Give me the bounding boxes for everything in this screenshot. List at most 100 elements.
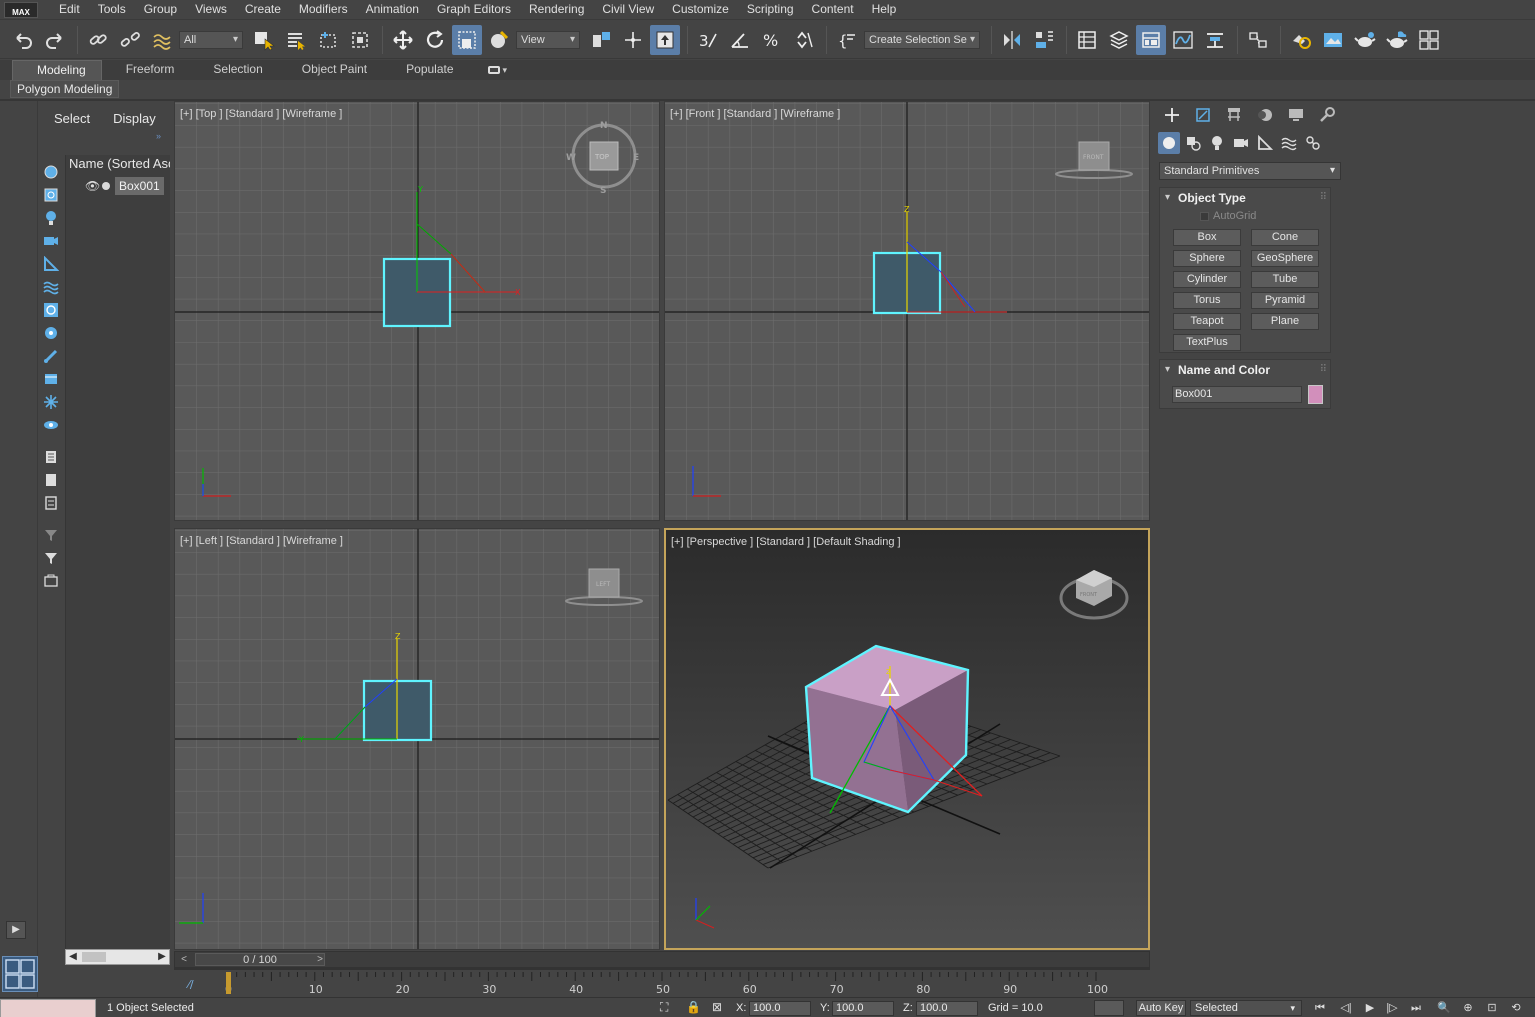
align-button[interactable] (1029, 25, 1059, 55)
top-view-canvas[interactable]: Y X TOP N E S W (175, 102, 660, 521)
field-of-view-icon[interactable]: ⊡ (1482, 999, 1502, 1017)
render-production-button[interactable] (1350, 25, 1380, 55)
named-selection-set-dropdown[interactable]: Create Selection Se (864, 30, 980, 49)
link-button[interactable] (83, 25, 113, 55)
toggle-layer-explorer-button[interactable] (1104, 25, 1134, 55)
tab-display[interactable] (1280, 103, 1311, 127)
object-color-swatch[interactable] (1308, 385, 1323, 404)
absolute-mode-icon[interactable]: ⊠ (712, 1000, 722, 1014)
object-name-label[interactable]: Box001 (115, 177, 164, 195)
filter-helpers-button[interactable] (40, 254, 62, 274)
menu-create[interactable]: Create (236, 0, 290, 20)
menu-customize[interactable]: Customize (663, 0, 738, 20)
orbit-icon[interactable]: ⟲ (1506, 999, 1526, 1017)
selection-filter-dropdown[interactable]: All (179, 30, 243, 49)
tab-freeform[interactable]: Freeform (102, 60, 190, 80)
primitive-category-dropdown[interactable]: Standard Primitives ▾ (1159, 162, 1341, 180)
scroll-left-button[interactable]: ◀ (66, 950, 80, 964)
schematic-view-button[interactable] (1200, 25, 1230, 55)
filter-bones-button[interactable] (40, 346, 62, 366)
tab-hierarchy[interactable] (1218, 103, 1249, 127)
zoom-extents-icon[interactable]: ⊕ (1458, 999, 1478, 1017)
material-editor-button[interactable] (1243, 25, 1273, 55)
viewport-layout-tab[interactable] (2, 956, 38, 992)
snaps-toggle-button[interactable]: 3 (693, 25, 723, 55)
select-move-button[interactable] (388, 25, 418, 55)
viewport-label[interactable]: [+] [Top ] [Standard ] [Wireframe ] (180, 108, 342, 120)
textplus-button[interactable]: TextPlus (1173, 334, 1241, 351)
category-geometry[interactable] (1158, 132, 1180, 154)
display-none-button[interactable] (40, 470, 62, 490)
y-coordinate-field[interactable]: 100.0 (832, 1001, 894, 1016)
display-invert-button[interactable] (40, 493, 62, 513)
mirror-button[interactable] (997, 25, 1027, 55)
bind-spacewarp-button[interactable] (147, 25, 177, 55)
render-setup-button[interactable] (1286, 25, 1316, 55)
geosphere-button[interactable]: GeoSphere (1251, 250, 1319, 267)
redo-button[interactable] (40, 25, 70, 55)
tab-modify[interactable] (1187, 103, 1218, 127)
category-shapes[interactable] (1182, 132, 1204, 154)
filter-cameras-button[interactable] (40, 231, 62, 251)
expand-layout-button[interactable]: ▶ (6, 921, 26, 939)
spinner-snap-button[interactable] (789, 25, 819, 55)
toggle-ribbon-button[interactable] (1136, 24, 1166, 55)
unlink-button[interactable] (115, 25, 145, 55)
curve-editor-mini-icon[interactable]: ⁄∕ (185, 978, 194, 991)
category-cameras[interactable] (1230, 132, 1252, 154)
scrollbar-thumb[interactable] (82, 952, 106, 962)
viewport-left[interactable]: [+] [Left ] [Standard ] [Wireframe ] Z Y… (174, 528, 660, 950)
menu-graph-editors[interactable]: Graph Editors (428, 0, 520, 20)
left-view-canvas[interactable]: Z Y LEFT (175, 529, 660, 950)
tab-create[interactable] (1156, 103, 1187, 127)
filter-funnel-button[interactable] (40, 548, 62, 568)
menu-modifiers[interactable]: Modifiers (290, 0, 357, 20)
edit-named-selection-button[interactable]: { (832, 25, 862, 55)
menu-help[interactable]: Help (863, 0, 906, 20)
lock-icon[interactable]: 🔒 (686, 1000, 701, 1014)
next-frame-button[interactable]: > (313, 953, 327, 966)
play-button[interactable]: ▶ (1360, 999, 1380, 1017)
tab-motion[interactable] (1249, 103, 1280, 127)
time-slider[interactable]: < 0 / 100 > (174, 951, 1150, 968)
filter-toggle-button[interactable] (40, 525, 62, 545)
tab-object-paint[interactable]: Object Paint (278, 60, 382, 80)
filter-xrefs-button[interactable] (40, 323, 62, 343)
autogrid-checkbox[interactable]: AutoGrid (1200, 210, 1256, 222)
viewport-perspective[interactable]: [+] [Perspective ] [Standard ] [Default … (664, 528, 1150, 950)
filter-frozen-button[interactable] (40, 392, 62, 412)
isolate-selection-icon[interactable]: ⛶ (660, 1000, 668, 1015)
category-lights[interactable] (1206, 132, 1228, 154)
pivot-center-button[interactable] (586, 25, 616, 55)
teapot-button[interactable]: Teapot (1173, 313, 1241, 330)
se-menu-select[interactable]: Select (38, 111, 97, 126)
filter-lights-button[interactable] (40, 208, 62, 228)
current-frame-marker[interactable] (226, 972, 231, 994)
select-rotate-button[interactable] (420, 25, 450, 55)
viewport-label[interactable]: [+] [Perspective ] [Standard ] [Default … (671, 536, 901, 548)
previous-frame-button[interactable]: < (177, 953, 191, 966)
name-and-color-rollout-title[interactable]: Name and Color⠿ (1160, 360, 1330, 380)
render-cloud-button[interactable] (1382, 25, 1412, 55)
app-logo[interactable]: MAX (4, 1, 38, 18)
menu-views[interactable]: Views (186, 0, 236, 20)
select-object-button[interactable] (249, 25, 279, 55)
rect-selection-region-button[interactable] (313, 25, 343, 55)
object-name-field[interactable]: Box001 (1172, 386, 1302, 403)
menu-content[interactable]: Content (803, 0, 863, 20)
zoom-icon[interactable]: 🔍 (1434, 999, 1454, 1017)
menu-animation[interactable]: Animation (357, 0, 428, 20)
trackbar[interactable]: 0102030405060708090100 ⁄∕ (174, 968, 1150, 996)
menu-group[interactable]: Group (135, 0, 186, 20)
tube-button[interactable]: Tube (1251, 271, 1319, 288)
maxscript-listener[interactable] (0, 999, 96, 1017)
menu-scripting[interactable]: Scripting (738, 0, 803, 20)
viewcube-perspective[interactable]: FRONT (1059, 570, 1129, 620)
viewport-front[interactable]: [+] [Front ] [Standard ] [Wireframe ] Z … (664, 101, 1150, 521)
filter-groups-button[interactable] (40, 300, 62, 320)
filter-spacewarps-button[interactable] (40, 277, 62, 297)
sphere-button[interactable]: Sphere (1173, 250, 1241, 267)
toggle-scene-explorer-button[interactable] (1072, 25, 1102, 55)
render-gallery-button[interactable] (1414, 25, 1444, 55)
viewport-label[interactable]: [+] [Left ] [Standard ] [Wireframe ] (180, 535, 343, 547)
